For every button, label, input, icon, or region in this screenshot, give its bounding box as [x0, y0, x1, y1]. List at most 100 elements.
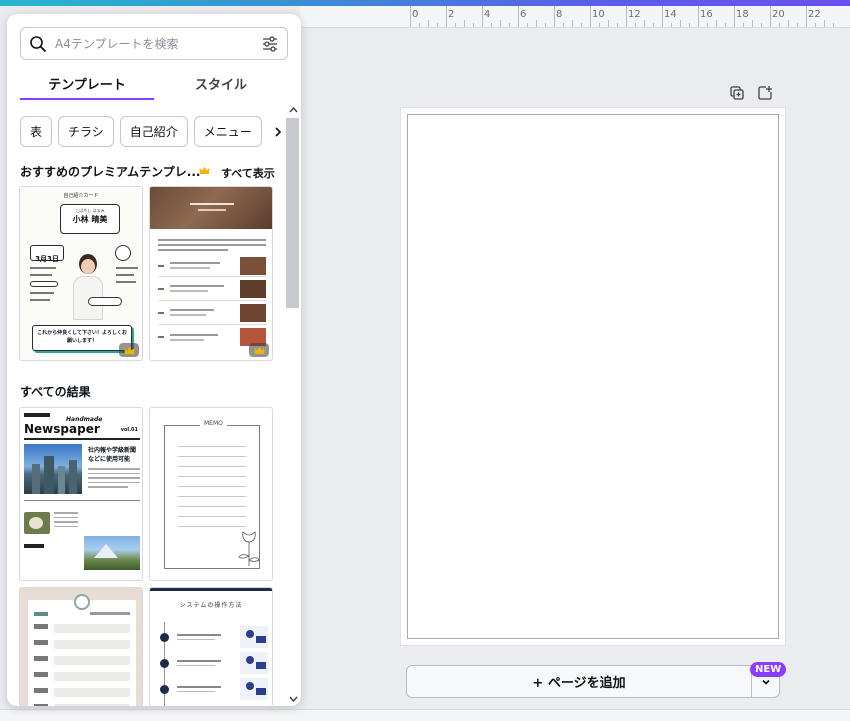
panel-tabs: テンプレート スタイル	[20, 72, 288, 100]
ruler-minor-mark	[491, 23, 492, 27]
scroll-up-icon	[289, 106, 298, 113]
tab-styles[interactable]: スタイル	[154, 72, 288, 100]
tulip-icon	[238, 531, 260, 566]
thumb-intro-name-box: こばやし はるみ 小林 晴美	[60, 204, 120, 234]
ruler-minor-mark	[743, 23, 744, 27]
duplicate-page-icon[interactable]	[728, 84, 746, 102]
ruler-tick-label: 16	[700, 9, 713, 20]
ruler-tick-label: 2	[448, 9, 455, 20]
thumb-news-label	[24, 413, 50, 417]
ruler-minor-mark	[797, 23, 798, 27]
ruler-minor-mark	[788, 20, 789, 27]
ruler-minor-mark	[608, 20, 609, 27]
thumb-intro-photo	[70, 252, 106, 320]
ruler-major-mark	[698, 6, 699, 27]
ruler-major-mark	[590, 6, 591, 27]
ruler-minor-mark	[464, 20, 465, 27]
template-thumb-self-intro[interactable]: 自己紹介カード こばやし はるみ 小林 晴美 3月3日 これから仲良くして下さい…	[19, 186, 143, 361]
category-chips: 表 チラシ 自己紹介 メニュー	[20, 116, 288, 147]
thumb-news-headline: 社内報や学級新聞などに使用可能	[88, 447, 137, 463]
ruler-tick-label: 0	[412, 9, 419, 20]
thumb-news-title: Newspaper	[24, 422, 100, 436]
scroll-down-icon	[289, 696, 298, 703]
ruler-minor-mark	[599, 23, 600, 27]
ruler-major-mark	[410, 6, 411, 27]
thumb-intro-left-lines	[30, 267, 60, 301]
thumb-news-rule	[24, 438, 140, 440]
template-thumb-workshop[interactable]	[149, 186, 273, 361]
thumb-news-mountain-photo	[84, 536, 140, 570]
template-thumb-form[interactable]	[19, 587, 143, 706]
thumb-intro-hobby-box	[88, 297, 122, 306]
show-all-link[interactable]: すべて表示	[221, 165, 275, 181]
ruler-minor-mark	[545, 23, 546, 27]
ruler-tick-label: 14	[664, 9, 677, 20]
thumb-news-divider	[24, 500, 140, 501]
ruler-minor-mark	[428, 20, 429, 27]
ruler-minor-mark	[824, 20, 825, 27]
thumb-intro-right-lines	[116, 267, 138, 283]
page-tools	[728, 84, 774, 102]
thumb-news-food-photo	[24, 512, 50, 534]
ruler-tick-label: 12	[628, 9, 641, 20]
add-page-icon[interactable]	[756, 84, 774, 102]
ruler-major-mark	[806, 6, 807, 27]
thumb-form-sheet	[28, 594, 136, 706]
page-margin-guide	[407, 114, 779, 639]
ruler-minor-mark	[689, 23, 690, 27]
chip-table[interactable]: 表	[20, 116, 53, 147]
ruler-major-mark	[518, 6, 519, 27]
ruler-minor-mark	[680, 20, 681, 27]
ruler-minor-mark	[833, 23, 834, 27]
design-page[interactable]	[401, 108, 785, 645]
ruler-minor-mark	[581, 23, 582, 27]
thumb-intro-bubble	[115, 245, 131, 261]
crown-icon	[254, 346, 264, 354]
ruler-major-mark	[626, 6, 627, 27]
ruler-minor-mark	[725, 23, 726, 27]
thumb-system-title: システムの操作方法	[179, 602, 243, 609]
thumb-memo-title: MEMO	[200, 420, 227, 427]
thumb-news-tag	[24, 544, 44, 548]
ruler-minor-mark	[563, 23, 564, 27]
thumb-system-top-bar	[150, 588, 272, 591]
ruler-minor-mark	[527, 23, 528, 27]
thumb-news-body-lines	[88, 468, 140, 488]
thumb-system-steps	[160, 624, 268, 702]
premium-crown-badge	[119, 343, 139, 357]
new-badge: NEW	[750, 662, 787, 677]
crown-icon	[199, 166, 210, 174]
thumb-intro-date: 3月3日	[35, 255, 59, 263]
ruler-tick-label: 8	[556, 9, 563, 20]
ruler-minor-mark	[455, 23, 456, 27]
search-box[interactable]: A4テンプレートを検索	[20, 27, 288, 60]
ruler-minor-mark	[572, 20, 573, 27]
ruler-minor-mark	[437, 23, 438, 27]
thumb-memo-lines	[178, 446, 246, 527]
panel-scrollbar-thumb[interactable]	[286, 118, 299, 308]
ruler-minor-mark	[752, 20, 753, 27]
ruler-minor-mark	[761, 23, 762, 27]
add-page-button-group: + ページを追加	[406, 665, 780, 698]
chip-self-intro[interactable]: 自己紹介	[119, 116, 188, 147]
ruler-major-mark	[770, 6, 771, 27]
ruler-major-mark	[734, 6, 735, 27]
chip-flyer[interactable]: チラシ	[58, 116, 114, 147]
template-thumb-newspaper[interactable]: Handmade Newspaper vol.01 社内報や学級新聞などに使用可…	[19, 407, 143, 581]
search-input[interactable]: A4テンプレートを検索	[55, 35, 261, 52]
chevron-down-icon	[761, 679, 770, 685]
thumb-news-city-photo	[24, 444, 82, 494]
chip-menu[interactable]: メニュー	[193, 116, 262, 147]
ruler-minor-mark	[536, 20, 537, 27]
ruler-major-mark	[446, 6, 447, 27]
search-icon	[30, 35, 46, 52]
chips-next-button[interactable]	[267, 116, 288, 147]
add-page-button[interactable]: + ページを追加	[407, 672, 751, 691]
thumb-news-vol: vol.01	[120, 427, 138, 433]
template-thumb-memo[interactable]: MEMO	[149, 407, 273, 581]
ruler-minor-mark	[509, 23, 510, 27]
template-thumb-system[interactable]: システムの操作方法	[149, 587, 273, 706]
thumb-workshop-hero	[150, 187, 272, 229]
ruler-tick-label: 18	[736, 9, 749, 20]
tab-templates[interactable]: テンプレート	[20, 72, 154, 100]
